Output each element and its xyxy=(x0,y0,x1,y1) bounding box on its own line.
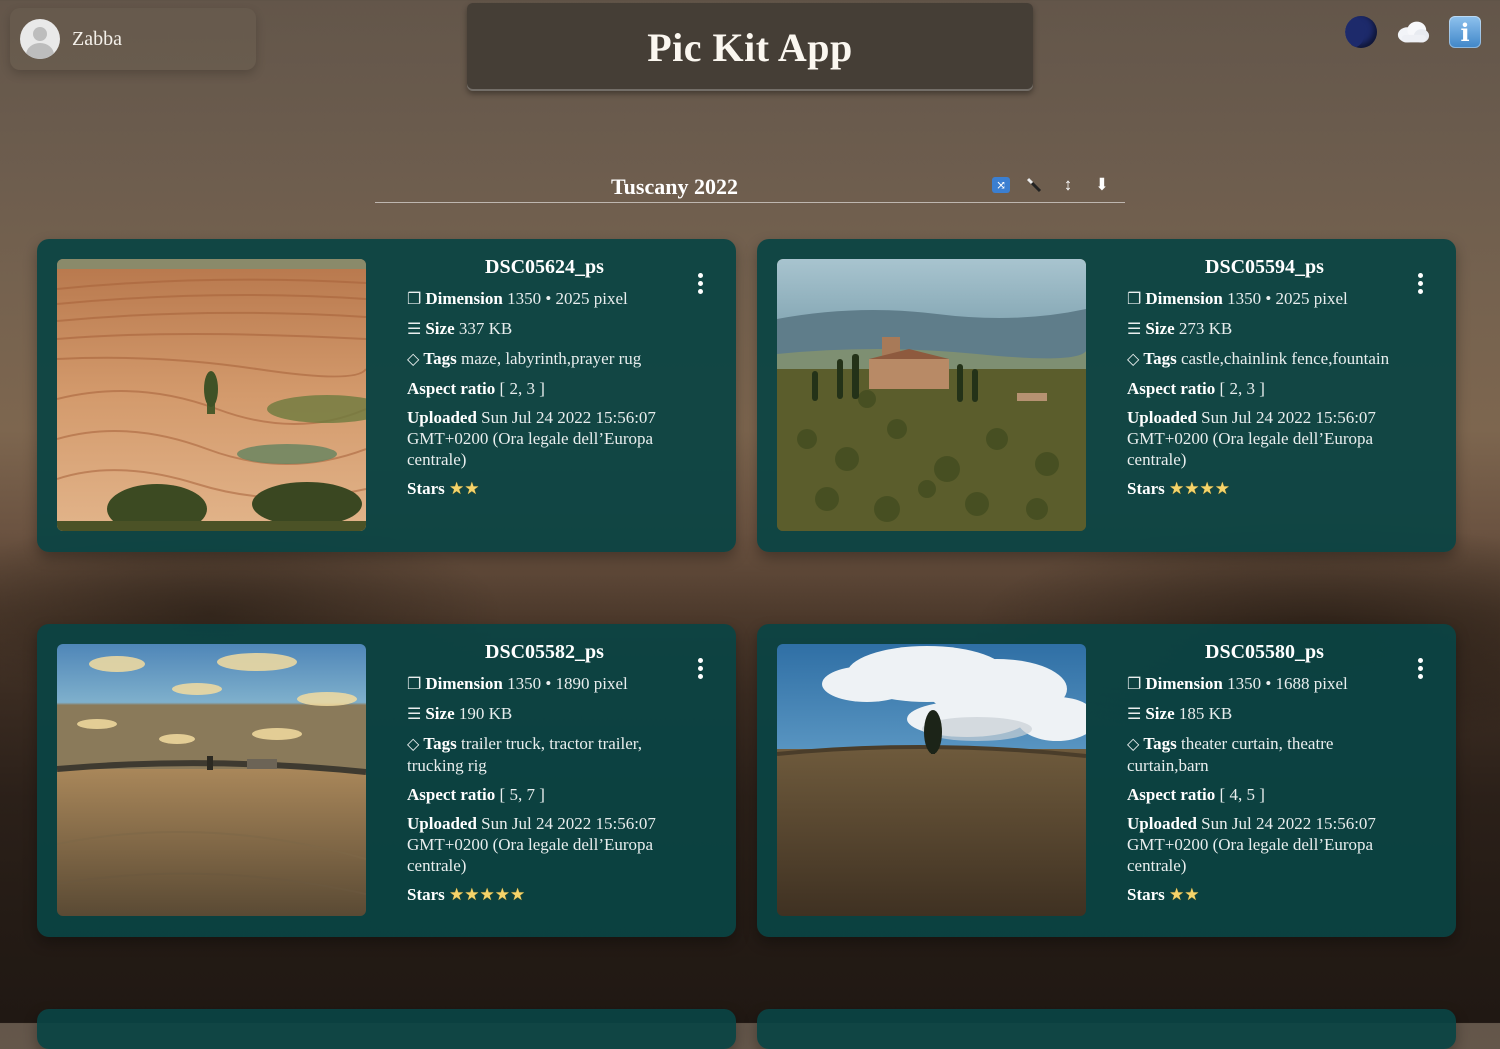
photo-thumbnail[interactable] xyxy=(777,259,1086,531)
photo-card-partial[interactable] xyxy=(757,1009,1456,1049)
square-icon: ❐ xyxy=(407,676,422,693)
size-row: ☰ Size 337 KB xyxy=(407,319,513,338)
stars-row: Stars ★★ xyxy=(407,479,480,498)
uploaded-row: Uploaded Sun Jul 24 2022 15:56:07 GMT+02… xyxy=(407,814,656,875)
star-rating: ★★ xyxy=(1169,885,1200,904)
photo-thumbnail[interactable] xyxy=(57,644,366,916)
photo-thumbnail[interactable] xyxy=(777,644,1086,916)
tag-icon: ◇ xyxy=(407,736,420,753)
photo-name: DSC05594_ps xyxy=(1205,257,1324,278)
album-title: Tuscany 2022 xyxy=(611,174,738,199)
info-icon[interactable]: i xyxy=(1448,14,1482,50)
dimension-row: ❐ Dimension 1350 • 2025 pixel xyxy=(1127,289,1348,308)
user-profile[interactable]: Zabba xyxy=(10,8,256,70)
photo-details: DSC05624_ps ❐ Dimension 1350 • 2025 pixel… xyxy=(407,257,697,519)
more-menu-icon[interactable] xyxy=(1413,273,1427,299)
tags-row: ◇ Tags maze, labyrinth,prayer rug xyxy=(407,349,642,368)
square-icon: ❐ xyxy=(407,291,422,308)
photo-card[interactable]: DSC05580_ps ❐ Dimension 1350 • 1688 pixel… xyxy=(757,624,1456,937)
tags-row: ◇ Tags castle,chainlink fence,fountain xyxy=(1127,349,1390,368)
download-icon[interactable]: ⬇ xyxy=(1092,174,1112,196)
stars-row: Stars ★★★★★ xyxy=(407,885,526,904)
album-tools: ⤨ ↕ ⬇ xyxy=(992,174,1112,196)
photo-name: DSC05580_ps xyxy=(1205,642,1324,663)
photo-name: DSC05624_ps xyxy=(485,257,604,278)
photo-details: DSC05582_ps ❐ Dimension 1350 • 1890 pixel… xyxy=(407,642,697,904)
list-icon: ☰ xyxy=(407,706,422,723)
photo-card[interactable]: DSC05624_ps ❐ Dimension 1350 • 2025 pixel… xyxy=(37,239,736,552)
photo-thumbnail[interactable] xyxy=(57,259,366,531)
square-icon: ❐ xyxy=(1127,291,1142,308)
sort-icon[interactable]: ↕ xyxy=(1058,174,1078,196)
aspect-row: Aspect ratio [ 2, 3 ] xyxy=(1127,379,1265,398)
dimension-row: ❐ Dimension 1350 • 1688 pixel xyxy=(1127,674,1348,693)
tag-icon: ◇ xyxy=(1127,351,1140,368)
aspect-row: Aspect ratio [ 5, 7 ] xyxy=(407,785,545,804)
tag-icon: ◇ xyxy=(1127,736,1140,753)
star-rating: ★★★★★ xyxy=(449,885,526,904)
dimension-row: ❐ Dimension 1350 • 2025 pixel xyxy=(407,289,628,308)
uploaded-row: Uploaded Sun Jul 24 2022 15:56:07 GMT+02… xyxy=(1127,814,1376,875)
list-icon: ☰ xyxy=(407,321,422,338)
user-name: Zabba xyxy=(72,27,122,50)
size-row: ☰ Size 185 KB xyxy=(1127,704,1233,723)
photo-name: DSC05582_ps xyxy=(485,642,604,663)
aspect-row: Aspect ratio [ 2, 3 ] xyxy=(407,379,545,398)
more-menu-icon[interactable] xyxy=(693,658,707,684)
shuffle-icon[interactable]: ⤨ xyxy=(992,177,1010,193)
top-toolbar: i xyxy=(1344,14,1482,50)
aspect-row: Aspect ratio [ 4, 5 ] xyxy=(1127,785,1265,804)
star-rating: ★★★★ xyxy=(1169,479,1230,498)
avatar[interactable] xyxy=(20,19,60,59)
more-menu-icon[interactable] xyxy=(693,273,707,299)
album-header: Tuscany 2022 ⤨ ↕ ⬇ xyxy=(375,172,1125,203)
tags-row: ◇ Tags theater curtain, theatre curtain,b… xyxy=(1127,734,1334,775)
stars-row: Stars ★★★★ xyxy=(1127,479,1230,498)
tags-row: ◇ Tags trailer truck, tractor trailer, tr… xyxy=(407,734,642,775)
tag-icon: ◇ xyxy=(407,351,420,368)
dimension-row: ❐ Dimension 1350 • 1890 pixel xyxy=(407,674,628,693)
uploaded-row: Uploaded Sun Jul 24 2022 15:56:07 GMT+02… xyxy=(1127,408,1376,469)
uploaded-row: Uploaded Sun Jul 24 2022 15:56:07 GMT+02… xyxy=(407,408,656,469)
wand-icon[interactable] xyxy=(1024,174,1044,196)
photo-details: DSC05580_ps ❐ Dimension 1350 • 1688 pixel… xyxy=(1127,642,1417,904)
photo-details: DSC05594_ps ❐ Dimension 1350 • 2025 pixel… xyxy=(1127,257,1417,519)
list-icon: ☰ xyxy=(1127,321,1142,338)
square-icon: ❐ xyxy=(1127,676,1142,693)
list-icon: ☰ xyxy=(1127,706,1142,723)
size-row: ☰ Size 273 KB xyxy=(1127,319,1233,338)
star-rating: ★★ xyxy=(449,479,480,498)
cloud-icon[interactable] xyxy=(1396,14,1430,50)
photo-card[interactable]: DSC05582_ps ❐ Dimension 1350 • 1890 pixel… xyxy=(37,624,736,937)
stars-row: Stars ★★ xyxy=(1127,885,1200,904)
photo-card-partial[interactable] xyxy=(37,1009,736,1049)
app-title: Pic Kit App xyxy=(467,3,1033,91)
more-menu-icon[interactable] xyxy=(1413,658,1427,684)
photo-card[interactable]: DSC05594_ps ❐ Dimension 1350 • 2025 pixel… xyxy=(757,239,1456,552)
size-row: ☰ Size 190 KB xyxy=(407,704,513,723)
moon-icon[interactable] xyxy=(1344,14,1378,50)
